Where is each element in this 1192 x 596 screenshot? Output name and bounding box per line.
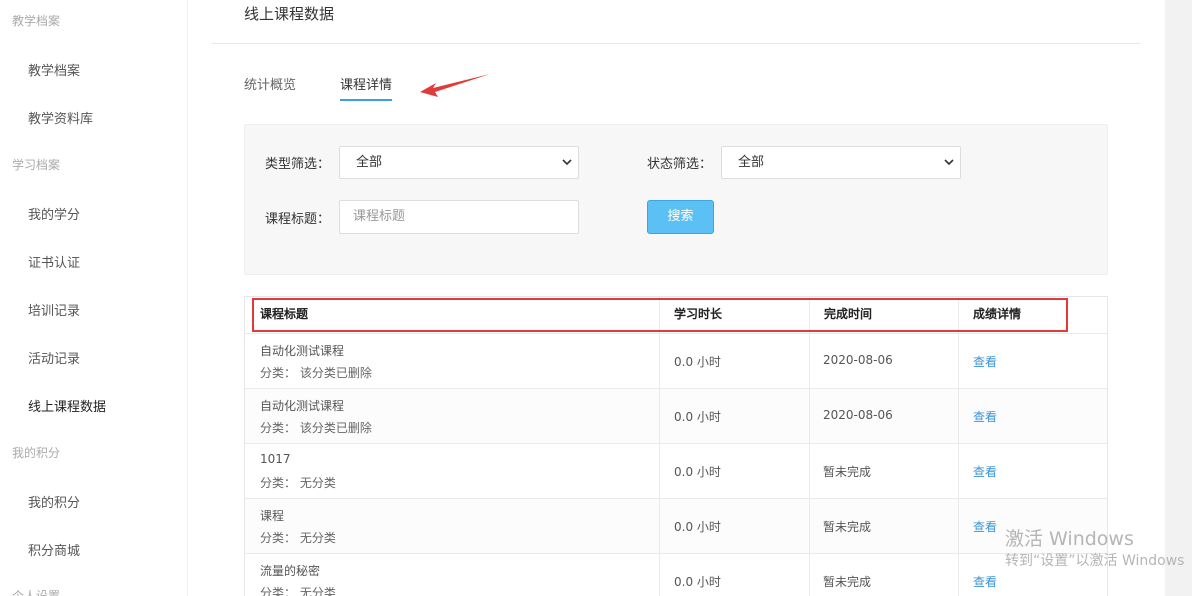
- tab-overview[interactable]: 统计概览: [244, 74, 296, 99]
- sidebar-group-learning: 学习档案: [12, 158, 61, 172]
- completion-time: 2020-08-06: [823, 353, 893, 367]
- table-row: 课程 分类： 无分类 0.0 小时 暂未完成 查看: [245, 498, 1107, 554]
- sidebar-group-settings: 个人设置: [12, 589, 61, 596]
- table-row: 流量的秘密 分类： 无分类 0.0 小时 暂未完成 查看: [245, 553, 1107, 596]
- red-arrow-annotation: [420, 74, 490, 97]
- view-score-link[interactable]: 查看: [973, 408, 997, 425]
- course-category: 分类： 该分类已删除: [260, 366, 372, 380]
- sidebar-item-my-credits[interactable]: 我的学分: [28, 204, 80, 223]
- sidebar-item-online-course-data[interactable]: 线上课程数据: [28, 396, 106, 415]
- main-content: 线上课程数据 统计概览 课程详情 类型筛选： 全部 状态筛选： 全部 课程标题：…: [212, 0, 1140, 596]
- chevron-down-icon: [562, 159, 572, 166]
- completion-time: 暂未完成: [823, 520, 872, 534]
- sidebar-item-activity-records[interactable]: 活动记录: [28, 348, 80, 367]
- filter-panel: 类型筛选： 全部 状态筛选： 全部 课程标题： 课程标题 搜索: [244, 124, 1108, 275]
- status-filter-select[interactable]: 全部: [721, 146, 961, 179]
- column-header-completion-time: 完成时间: [824, 307, 873, 321]
- course-title: 自动化测试课程: [260, 344, 345, 358]
- view-score-link[interactable]: 查看: [973, 573, 997, 590]
- view-score-link[interactable]: 查看: [973, 518, 997, 535]
- completion-time: 暂未完成: [823, 575, 872, 589]
- table-row: 自动化测试课程 分类： 该分类已删除 0.0 小时 2020-08-06 查看: [245, 333, 1107, 389]
- view-score-link[interactable]: 查看: [973, 353, 997, 370]
- windows-activation-watermark: 激活 Windows: [1005, 528, 1134, 550]
- sidebar-item-certificates[interactable]: 证书认证: [28, 252, 80, 271]
- course-category: 分类： 无分类: [260, 531, 336, 545]
- course-table: 课程标题 学习时长 完成时间 成绩详情 自动化测试课程 分类： 该分类已删除 0…: [244, 296, 1108, 596]
- course-category: 分类： 无分类: [260, 586, 336, 596]
- sidebar-group-teaching: 教学档案: [12, 14, 61, 28]
- sidebar-item-points-mall[interactable]: 积分商城: [28, 540, 80, 559]
- table-header: 课程标题 学习时长 完成时间 成绩详情: [245, 297, 1107, 333]
- table-row: 1017 分类： 无分类 0.0 小时 暂未完成 查看: [245, 443, 1107, 499]
- column-header-score-details: 成绩详情: [973, 307, 1022, 321]
- type-filter-value: 全部: [356, 155, 383, 170]
- course-title: 1017: [260, 452, 291, 466]
- title-divider: [212, 43, 1140, 44]
- study-duration: 0.0 小时: [674, 575, 721, 589]
- page-title: 线上课程数据: [244, 5, 335, 23]
- type-filter-select[interactable]: 全部: [339, 146, 579, 179]
- sidebar-item-teaching-archive[interactable]: 教学档案: [28, 60, 80, 79]
- completion-time: 暂未完成: [823, 465, 872, 479]
- scrollbar-track[interactable]: [1165, 0, 1192, 596]
- title-filter-label: 课程标题：: [265, 212, 331, 227]
- column-header-duration: 学习时长: [674, 307, 723, 321]
- table-row: 自动化测试课程 分类： 该分类已删除 0.0 小时 2020-08-06 查看: [245, 388, 1107, 444]
- study-duration: 0.0 小时: [674, 465, 721, 479]
- view-score-link[interactable]: 查看: [973, 463, 997, 480]
- sidebar-item-training-records[interactable]: 培训记录: [28, 300, 80, 319]
- type-filter-label: 类型筛选：: [265, 157, 331, 172]
- status-filter-label: 状态筛选：: [647, 157, 713, 172]
- sidebar-group-points: 我的积分: [12, 446, 61, 460]
- study-duration: 0.0 小时: [674, 355, 721, 369]
- course-category: 分类： 无分类: [260, 476, 336, 490]
- tab-course-details[interactable]: 课程详情: [340, 74, 393, 101]
- search-button[interactable]: 搜索: [647, 200, 714, 234]
- completion-time: 2020-08-06: [823, 408, 893, 422]
- course-category: 分类： 该分类已删除: [260, 421, 372, 435]
- course-title: 课程: [260, 509, 285, 523]
- sidebar-item-teaching-library[interactable]: 教学资料库: [28, 108, 93, 127]
- column-header-title: 课程标题: [260, 307, 309, 321]
- course-title: 流量的秘密: [260, 564, 321, 578]
- course-title: 自动化测试课程: [260, 399, 345, 413]
- sidebar: 教学档案 教学档案 教学资料库 学习档案 我的学分 证书认证 培训记录 活动记录…: [0, 0, 188, 596]
- windows-activation-hint: 转到“设置”以激活 Windows: [1005, 553, 1185, 569]
- sidebar-item-my-points[interactable]: 我的积分: [28, 492, 80, 511]
- study-duration: 0.0 小时: [674, 410, 721, 424]
- study-duration: 0.0 小时: [674, 520, 721, 534]
- status-filter-value: 全部: [738, 155, 765, 170]
- chevron-down-icon: [944, 159, 954, 166]
- course-title-input[interactable]: 课程标题: [339, 200, 579, 234]
